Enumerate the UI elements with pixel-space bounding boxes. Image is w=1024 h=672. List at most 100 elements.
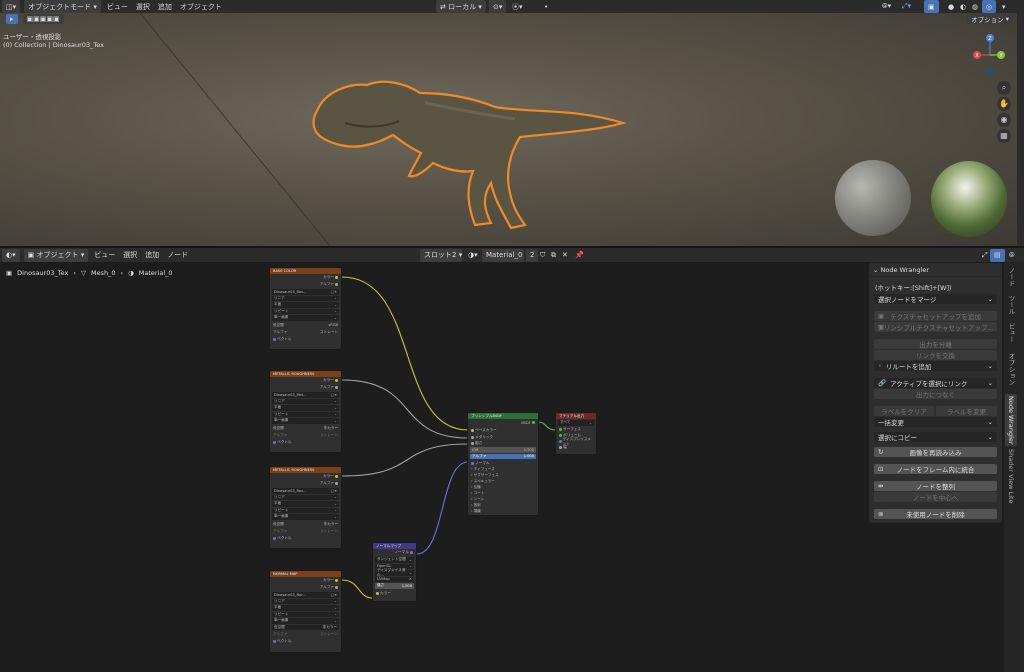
navigation-gizmo[interactable]: Z Y X <box>970 33 1010 83</box>
shading-rendered-icon[interactable]: ◍ <box>968 0 982 13</box>
source-select[interactable]: 単一画像 ⌄ <box>272 514 339 520</box>
merge-select[interactable]: 選択ノードをマージ ⌄ <box>874 294 997 304</box>
strength-field[interactable]: 強さ 1.000 <box>375 583 414 589</box>
colorspace-row[interactable]: 色空間 非カラー <box>270 425 341 432</box>
space-select[interactable]: タンジェント空間 ⌄ <box>375 557 414 563</box>
shading-wire-icon[interactable]: ◎ <box>982 0 997 13</box>
socket-icon[interactable] <box>471 461 474 465</box>
principled-texture-setup-button[interactable]: ▣ プリンシプルテクスチャセットアップ... <box>874 322 997 332</box>
projection-select[interactable]: 平面 ⌄ <box>272 405 339 411</box>
socket-icon[interactable] <box>559 440 562 443</box>
frame-selected-button[interactable]: ⊡ ノードをフレーム内に統合 <box>874 464 997 474</box>
projection-select[interactable]: 平面 ⌄ <box>272 501 339 507</box>
shader-type-select[interactable]: ▣ オブジェクト ▾ <box>23 248 89 262</box>
extension-select[interactable]: リピート ⌄ <box>272 507 339 513</box>
pin-icon[interactable]: 📌 <box>571 249 588 262</box>
normal-map-node[interactable]: ノーマルマップ ノーマル タンジェント空間 ⌄ OpenGL ⌄ ディスプレイス済の… <box>372 542 417 602</box>
source-select[interactable]: 単一画像 ⌄ <box>272 418 339 424</box>
copy-to-selected-select[interactable]: 選択にコピー ⌄ <box>874 432 997 442</box>
overlay-icon[interactable]: ⦾▾ <box>878 0 895 13</box>
delete-unused-button[interactable]: ⊗ 未使用ノードを削除 <box>874 509 997 519</box>
image-file-field[interactable]: Dinosaur03_Nor... ▢✕ <box>272 592 339 598</box>
menu-view[interactable]: ビュー <box>103 0 132 13</box>
align-nodes-button[interactable]: ⇹ ノードを整列 <box>874 481 997 491</box>
socket-icon[interactable] <box>335 386 338 389</box>
image-file-field[interactable]: Dinosaur03_Rou... ▢✕ <box>272 488 339 494</box>
node-menu-select[interactable]: 選択 <box>119 249 141 262</box>
socket-icon[interactable] <box>376 591 379 595</box>
node-menu-add[interactable]: 追加 <box>141 249 163 262</box>
mode-select[interactable]: オブジェクトモード ▾ <box>24 0 101 13</box>
alpha-mode-row[interactable]: アルファ ストレート <box>270 329 341 336</box>
socket-icon[interactable] <box>273 536 276 540</box>
colorspace-row[interactable]: 色空間 非カラー <box>270 521 341 528</box>
image-file-field[interactable]: Dinosaur03_Bas... ▢✕ <box>272 289 339 295</box>
colorspace-row[interactable]: 色空間 非カラー <box>272 624 339 630</box>
dinosaur-model[interactable] <box>305 63 635 233</box>
menu-add[interactable]: 追加 <box>154 0 176 13</box>
interpolation-select[interactable]: リニア ⌄ <box>272 295 339 301</box>
alpha-mode-row[interactable]: アルファ ストレート <box>270 432 341 439</box>
socket-icon[interactable] <box>335 283 338 286</box>
interpolation-select[interactable]: リニア ⌄ <box>272 494 339 500</box>
proportional-edit-icon[interactable]: • <box>540 0 552 13</box>
sidebar-toggle-icon[interactable]: ▤ <box>990 248 1005 262</box>
material-output-node[interactable]: マテリアル出力 すべて ⌄ サーフェス ボリューム ディスプレイスメント 幅 <box>555 412 597 455</box>
ior-field[interactable]: IOR 1.500 <box>470 447 536 453</box>
swap-links-button[interactable]: リンクを交換 <box>874 350 997 360</box>
socket-icon[interactable] <box>471 441 474 445</box>
image-file-field[interactable]: Dinosaur03_Met... ▢✕ <box>272 392 339 398</box>
interpolation-select[interactable]: リニア ⌄ <box>272 398 339 404</box>
image-texture-node-metallic-2[interactable]: METALLIC ROUGHNESS カラー アルファ Dinosaur03_R… <box>269 466 342 549</box>
menu-object[interactable]: オブジェクト <box>176 0 226 13</box>
link-active-select[interactable]: 🔗 アクティブを選択にリンク ⌄ <box>874 378 997 388</box>
image-texture-node-base-color[interactable]: BASE COLOR カラー アルファ Dinosaur03_Bas... ▢✕ … <box>269 267 342 350</box>
tab-tool[interactable]: ツール <box>1005 294 1017 316</box>
socket-icon[interactable] <box>335 586 338 589</box>
snap-icon[interactable]: ⦿▾ <box>508 0 527 13</box>
socket-icon[interactable] <box>273 640 276 643</box>
image-texture-node-normal[interactable]: NORMAL MAP カラー アルファ Dinosaur03_Nor... ▢✕ … <box>269 570 342 653</box>
add-texture-setup-button[interactable]: ▣ テクスチャセットアップを追加 <box>874 311 997 321</box>
panel-header[interactable]: ⌄ Node Wrangler <box>869 263 1002 277</box>
material-name-field[interactable]: Material_0 <box>482 248 524 262</box>
socket-icon[interactable] <box>335 579 338 582</box>
split-output-button[interactable]: 出力を分離 <box>874 339 997 349</box>
principled-bsdf-node[interactable]: プリンシプルBSDF BSDF ベースカラー メタリック 粗さ IOR 1.500… <box>467 412 539 516</box>
tab-view[interactable]: ビュー <box>1005 322 1017 344</box>
node-header[interactable]: マテリアル出力 <box>556 413 596 419</box>
socket-icon[interactable] <box>273 440 276 444</box>
clear-label-button[interactable]: ラベルをクリア <box>874 406 934 416</box>
overlay-node-icon[interactable]: ⦾ <box>1005 249 1019 262</box>
unlink-material-icon[interactable]: ✕ <box>558 249 572 262</box>
modify-label-button[interactable]: ラベルを変更 <box>936 406 997 416</box>
extension-select[interactable]: リピート ⌄ <box>272 411 339 417</box>
camera-icon[interactable]: ◉ <box>997 113 1011 127</box>
uv-label-select[interactable]: ディスプレイス済の... ⌄ <box>375 568 414 577</box>
socket-icon[interactable] <box>471 435 474 439</box>
socket-icon[interactable] <box>410 551 413 554</box>
connect-output-button[interactable]: 出力につなぐ <box>874 389 997 399</box>
transform-orientation-select[interactable]: ⇄ ローカル ▾ <box>436 0 486 13</box>
socket-icon[interactable] <box>335 475 338 478</box>
node-menu-view[interactable]: ビュー <box>90 249 119 262</box>
pan-hand-icon[interactable]: ✋ <box>997 97 1011 111</box>
source-select[interactable]: 単一画像 ⌄ <box>272 618 339 624</box>
socket-icon[interactable] <box>559 446 562 449</box>
tab-shader-view-lite[interactable]: Shader View Lite <box>1005 449 1017 504</box>
center-nodes-button[interactable]: ノードを中心へ <box>874 492 997 502</box>
slot-select[interactable]: スロット2 ▾ <box>420 248 462 262</box>
batch-change-select[interactable]: 一括変更 ⌄ <box>874 417 997 427</box>
tab-node[interactable]: ノード <box>1005 266 1017 288</box>
gizmo-icon[interactable]: ⤢▾ <box>898 0 915 13</box>
extension-select[interactable]: リピート ⌄ <box>272 308 339 314</box>
pivot-select[interactable]: ⊙▾ <box>489 0 507 13</box>
socket-icon[interactable] <box>273 337 276 341</box>
socket-icon[interactable] <box>335 379 338 382</box>
editor-type-button[interactable]: ◫▾ <box>2 0 21 13</box>
extension-select[interactable]: リピート ⌄ <box>272 611 339 617</box>
menu-select[interactable]: 選択 <box>132 0 154 13</box>
reload-images-button[interactable]: ↻ 画像を再読み込み <box>874 447 997 457</box>
target-select[interactable]: すべて ⌄ <box>558 420 594 426</box>
shading-options-icon[interactable]: ▾ <box>998 0 1010 13</box>
